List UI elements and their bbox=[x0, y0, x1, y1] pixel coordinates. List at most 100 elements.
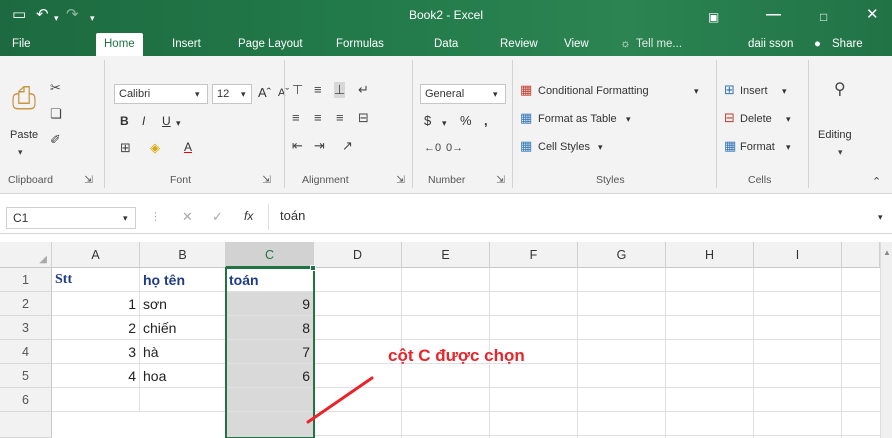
decrease-indent-icon[interactable]: ⇤ bbox=[292, 138, 303, 154]
delete-cells-icon[interactable]: ⊟ bbox=[724, 110, 735, 126]
merge-center-icon[interactable]: ⊟ bbox=[358, 110, 369, 126]
alignment-launcher-icon[interactable]: ⇲ bbox=[396, 174, 405, 186]
cell-b2[interactable]: sơn bbox=[140, 292, 226, 316]
cell-a3[interactable]: 2 bbox=[52, 316, 140, 340]
cell-a1[interactable]: Stt bbox=[52, 268, 140, 292]
cell-styles-button[interactable]: Cell Styles bbox=[538, 140, 590, 154]
underline-dropdown-icon[interactable]: ▾ bbox=[176, 116, 181, 130]
format-painter-icon[interactable]: ✐ bbox=[50, 132, 61, 148]
formula-input[interactable]: toán bbox=[280, 209, 305, 223]
format-as-table-button[interactable]: Format as Table bbox=[538, 112, 617, 126]
cell-c1[interactable]: toán bbox=[226, 268, 314, 292]
column-header-e[interactable]: E bbox=[402, 242, 490, 268]
conditional-formatting-button[interactable]: Conditional Formatting bbox=[538, 84, 649, 98]
comma-button[interactable]: , bbox=[484, 114, 488, 128]
tab-data[interactable]: Data bbox=[434, 34, 458, 56]
currency-button[interactable]: $ bbox=[424, 114, 431, 128]
italic-button[interactable]: I bbox=[142, 114, 145, 128]
tab-view[interactable]: View bbox=[564, 34, 589, 56]
maximize-icon[interactable]: □ bbox=[820, 8, 827, 26]
tab-insert[interactable]: Insert bbox=[172, 34, 201, 56]
vertical-scrollbar[interactable]: ▲ bbox=[880, 242, 892, 438]
column-header-j[interactable] bbox=[842, 242, 880, 268]
share-button[interactable]: Share bbox=[832, 34, 863, 56]
minimize-icon[interactable]: — bbox=[766, 6, 781, 24]
align-right-icon[interactable]: ≡ bbox=[336, 110, 344, 126]
paste-icon[interactable]: ⎙ bbox=[12, 84, 36, 114]
format-as-table-icon[interactable]: ▦ bbox=[520, 110, 532, 126]
clipboard-launcher-icon[interactable]: ⇲ bbox=[84, 174, 93, 186]
insert-cells-button[interactable]: Insert bbox=[740, 84, 768, 98]
paste-button[interactable]: Paste bbox=[10, 128, 38, 142]
align-middle-icon[interactable]: ≡ bbox=[314, 82, 322, 98]
cell-c4[interactable]: 7 bbox=[226, 340, 314, 364]
wrap-text-icon[interactable]: ↵ bbox=[358, 82, 369, 98]
format-cells-icon[interactable]: ▦ bbox=[724, 138, 736, 154]
collapse-ribbon-icon[interactable]: ⌃ bbox=[872, 174, 881, 190]
decrease-decimal-icon[interactable]: 0→ bbox=[446, 140, 463, 156]
cell-a2[interactable]: 1 bbox=[52, 292, 140, 316]
font-name-box[interactable]: Calibri ▾ bbox=[114, 84, 208, 104]
increase-indent-icon[interactable]: ⇥ bbox=[314, 138, 325, 154]
cut-icon[interactable]: ✂ bbox=[50, 80, 61, 96]
font-launcher-icon[interactable]: ⇲ bbox=[262, 174, 271, 186]
cell-a5[interactable]: 4 bbox=[52, 364, 140, 388]
row-header-5[interactable]: 5 bbox=[0, 364, 52, 388]
conditional-formatting-icon[interactable]: ▦ bbox=[520, 82, 532, 98]
increase-font-icon[interactable]: Aˆ bbox=[258, 86, 271, 100]
cell-a6[interactable] bbox=[52, 388, 140, 412]
search-icon[interactable]: ⚲ bbox=[834, 82, 846, 98]
editing-dropdown-icon[interactable]: ▾ bbox=[838, 144, 843, 160]
tab-file[interactable]: File bbox=[12, 34, 31, 56]
bold-button[interactable]: B bbox=[120, 114, 129, 128]
confirm-entry-icon[interactable]: ✓ bbox=[212, 210, 223, 224]
column-header-f[interactable]: F bbox=[490, 242, 578, 268]
editing-button[interactable]: Editing bbox=[818, 128, 852, 142]
cell-styles-icon[interactable]: ▦ bbox=[520, 138, 532, 154]
cell-b6[interactable] bbox=[140, 388, 226, 412]
paste-dropdown-icon[interactable]: ▾ bbox=[18, 144, 23, 160]
row-header-1[interactable]: 1 bbox=[0, 268, 52, 292]
row-header-7[interactable] bbox=[0, 412, 52, 438]
align-left-icon[interactable]: ≡ bbox=[292, 110, 300, 126]
format-cells-button[interactable]: Format bbox=[740, 140, 775, 154]
currency-dropdown-icon[interactable]: ▾ bbox=[442, 116, 447, 130]
expand-formula-bar-icon[interactable]: ▾ bbox=[878, 210, 883, 224]
number-launcher-icon[interactable]: ⇲ bbox=[496, 174, 505, 186]
insert-cells-icon[interactable]: ⊞ bbox=[724, 82, 735, 98]
percent-button[interactable]: % bbox=[460, 114, 472, 128]
fill-color-icon[interactable]: ◈ bbox=[150, 140, 160, 156]
borders-icon[interactable]: ⊞ bbox=[120, 140, 131, 156]
column-header-i[interactable]: I bbox=[754, 242, 842, 268]
align-center-icon[interactable]: ≡ bbox=[314, 110, 322, 126]
column-header-g[interactable]: G bbox=[578, 242, 666, 268]
tell-me-box[interactable]: Tell me... bbox=[636, 34, 682, 56]
cell-b1[interactable]: họ tên bbox=[140, 268, 226, 292]
row-header-2[interactable]: 2 bbox=[0, 292, 52, 316]
column-header-a[interactable]: A bbox=[52, 242, 140, 268]
row-header-4[interactable]: 4 bbox=[0, 340, 52, 364]
column-header-b[interactable]: B bbox=[140, 242, 226, 268]
underline-button[interactable]: U bbox=[162, 114, 171, 128]
tab-formulas[interactable]: Formulas bbox=[336, 34, 384, 56]
cell-b3[interactable]: chiến bbox=[140, 316, 226, 340]
align-bottom-icon[interactable]: ⊥ bbox=[334, 82, 346, 98]
cancel-entry-icon[interactable]: ✕ bbox=[182, 210, 193, 224]
increase-decimal-icon[interactable]: ←0 bbox=[424, 140, 441, 156]
close-icon[interactable]: ✕ bbox=[866, 6, 879, 24]
number-format-box[interactable]: General ▾ bbox=[420, 84, 506, 104]
insert-function-icon[interactable]: fx bbox=[244, 209, 253, 223]
name-box[interactable]: C1 ▾ bbox=[6, 207, 136, 229]
row-7-cells[interactable] bbox=[52, 412, 226, 438]
cell-b5[interactable]: hoa bbox=[140, 364, 226, 388]
align-top-icon[interactable]: ⊤ bbox=[292, 82, 303, 98]
tab-page-layout[interactable]: Page Layout bbox=[238, 34, 303, 56]
font-color-icon[interactable]: A bbox=[184, 140, 192, 154]
tab-home[interactable]: Home bbox=[96, 33, 143, 56]
row-header-3[interactable]: 3 bbox=[0, 316, 52, 340]
row-header-6[interactable]: 6 bbox=[0, 388, 52, 412]
column-header-d[interactable]: D bbox=[314, 242, 402, 268]
account-name[interactable]: daii sson bbox=[748, 34, 793, 56]
scroll-up-icon[interactable]: ▲ bbox=[883, 248, 891, 257]
tab-review[interactable]: Review bbox=[500, 34, 538, 56]
